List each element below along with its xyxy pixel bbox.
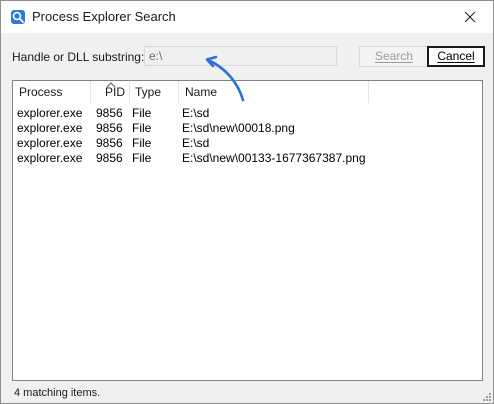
- resize-grip-icon[interactable]: [481, 391, 491, 401]
- column-divider[interactable]: [129, 81, 130, 103]
- table-row[interactable]: explorer.exe 9856 File E:\sd: [13, 106, 482, 121]
- cell-process: explorer.exe: [17, 151, 83, 165]
- table-row[interactable]: explorer.exe 9856 File E:\sd\new\00018.p…: [13, 121, 482, 136]
- results-rows: explorer.exe 9856 File E:\sd explorer.ex…: [13, 106, 482, 166]
- cell-type: File: [132, 121, 152, 135]
- cell-type: File: [132, 136, 152, 150]
- close-icon: [464, 11, 476, 23]
- title-bar: Process Explorer Search: [1, 1, 493, 33]
- table-row[interactable]: explorer.exe 9856 File E:\sd\new\00133-1…: [13, 151, 482, 166]
- cell-pid: 9856: [96, 121, 123, 135]
- process-explorer-icon: [11, 10, 25, 24]
- cell-process: explorer.exe: [17, 106, 83, 120]
- column-divider[interactable]: [178, 81, 179, 103]
- cell-type: File: [132, 106, 152, 120]
- status-bar-text: 4 matching items.: [14, 387, 101, 399]
- cancel-button[interactable]: Cancel: [427, 46, 485, 67]
- cell-type: File: [132, 151, 152, 165]
- results-header: Process PID Type Name: [13, 81, 482, 103]
- cell-process: explorer.exe: [17, 121, 83, 135]
- cell-name: E:\sd\new\00133-1677367387.png: [182, 151, 366, 165]
- search-button[interactable]: Search: [359, 46, 429, 67]
- cell-name: E:\sd: [182, 136, 210, 150]
- cell-pid: 9856: [96, 136, 123, 150]
- column-header-pid[interactable]: PID: [105, 81, 125, 103]
- table-row[interactable]: explorer.exe 9856 File E:\sd: [13, 136, 482, 151]
- cell-name: E:\sd\new\00018.png: [182, 121, 295, 135]
- column-header-name[interactable]: Name: [185, 81, 217, 103]
- window-title: Process Explorer Search: [32, 9, 176, 24]
- cell-pid: 9856: [96, 151, 123, 165]
- handle-dll-substring-label: Handle or DLL substring:: [12, 50, 145, 64]
- column-header-process[interactable]: Process: [19, 81, 62, 103]
- handle-dll-substring-input[interactable]: [144, 46, 337, 66]
- cell-name: E:\sd: [182, 106, 210, 120]
- process-explorer-search-window: Process Explorer Search Handle or DLL su…: [0, 0, 494, 404]
- results-list[interactable]: Process PID Type Name explorer.exe 9856 …: [12, 80, 483, 381]
- column-header-type[interactable]: Type: [135, 81, 161, 103]
- cell-pid: 9856: [96, 106, 123, 120]
- column-divider[interactable]: [368, 81, 369, 103]
- cell-process: explorer.exe: [17, 136, 83, 150]
- column-divider[interactable]: [90, 81, 91, 103]
- close-button[interactable]: [447, 1, 493, 33]
